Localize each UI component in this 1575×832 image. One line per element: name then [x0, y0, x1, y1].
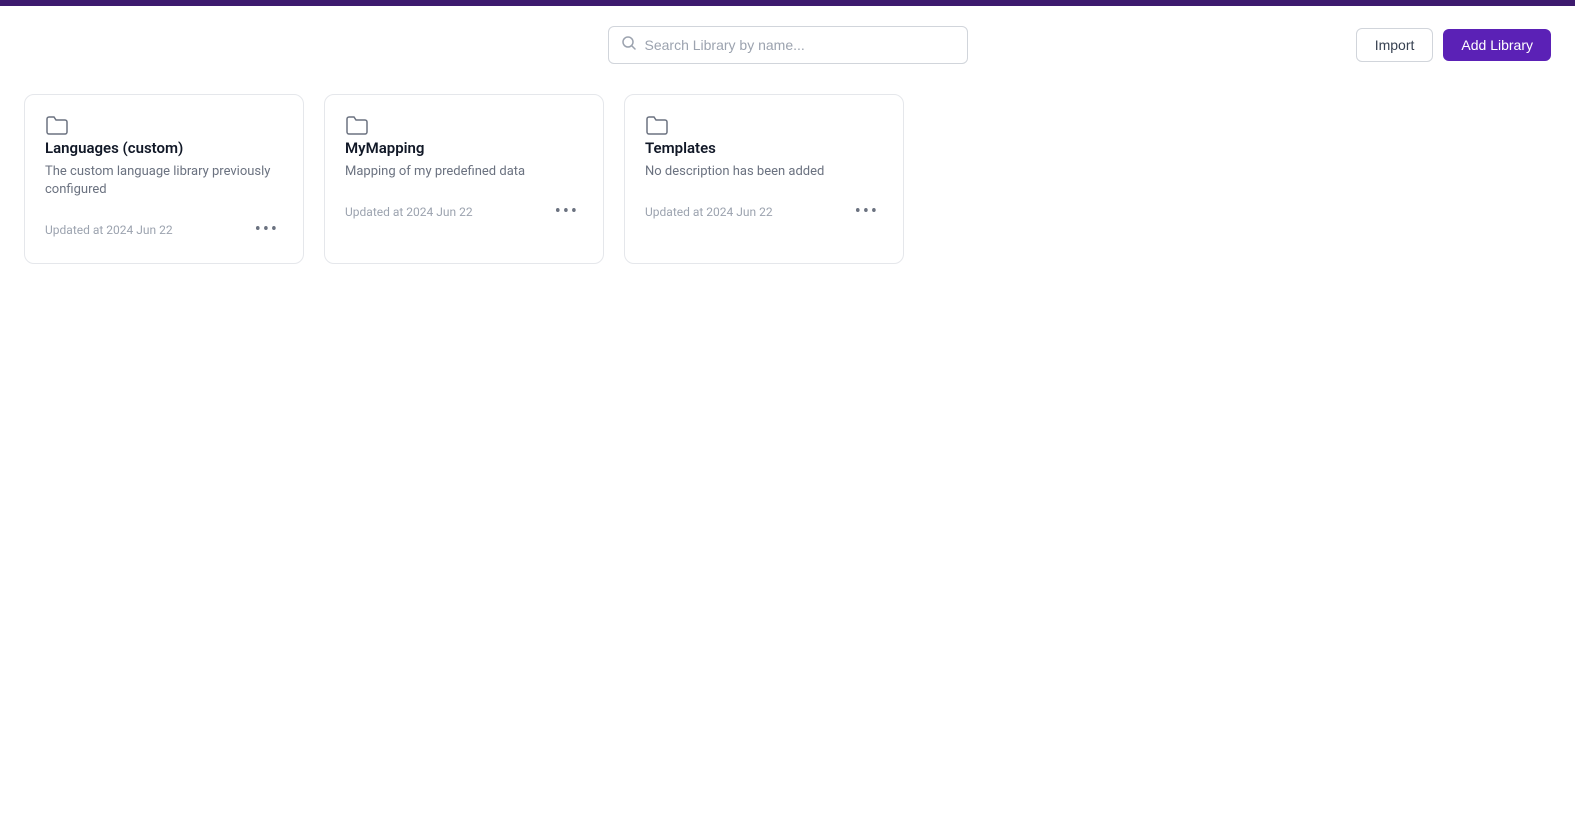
card-description: The custom language library previously c… [45, 163, 283, 199]
search-input[interactable] [645, 37, 955, 53]
folder-icon [645, 115, 669, 135]
library-card-templates[interactable]: Templates No description has been added … [624, 94, 904, 264]
card-description: Mapping of my predefined data [345, 163, 583, 181]
card-footer: Updated at 2024 Jun 22 ••• [45, 219, 283, 241]
card-title: Templates [645, 139, 883, 157]
header: Import Add Library [0, 6, 1575, 84]
cards-container: Languages (custom) The custom language l… [0, 84, 1575, 288]
search-icon [621, 35, 637, 55]
search-container [608, 26, 968, 64]
card-updated: Updated at 2024 Jun 22 [45, 223, 173, 237]
import-button[interactable]: Import [1356, 28, 1434, 62]
card-description: No description has been added [645, 163, 883, 181]
folder-icon [45, 115, 69, 135]
card-more-button[interactable]: ••• [251, 219, 283, 241]
card-title: Languages (custom) [45, 139, 283, 157]
card-updated: Updated at 2024 Jun 22 [345, 205, 473, 219]
header-actions: Import Add Library [1356, 28, 1551, 62]
card-footer: Updated at 2024 Jun 22 ••• [645, 201, 883, 223]
folder-icon [345, 115, 369, 135]
card-footer: Updated at 2024 Jun 22 ••• [345, 201, 583, 223]
card-title: MyMapping [345, 139, 583, 157]
add-library-button[interactable]: Add Library [1443, 29, 1551, 61]
card-more-button[interactable]: ••• [551, 201, 583, 223]
card-more-button[interactable]: ••• [851, 201, 883, 223]
library-card-languages-custom[interactable]: Languages (custom) The custom language l… [24, 94, 304, 264]
card-updated: Updated at 2024 Jun 22 [645, 205, 773, 219]
library-card-my-mapping[interactable]: MyMapping Mapping of my predefined data … [324, 94, 604, 264]
